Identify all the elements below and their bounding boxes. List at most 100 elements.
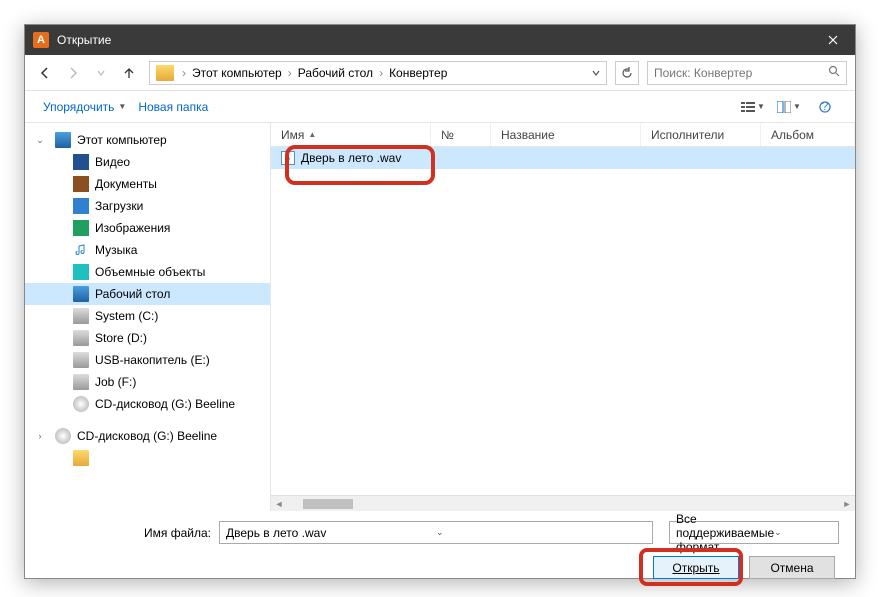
tree-drive-e[interactable]: USB-накопитель (E:) [25,349,270,371]
preview-pane-button[interactable]: ▼ [771,96,807,118]
drive-icon [73,330,89,346]
chevron-down-icon [97,69,105,77]
help-button[interactable]: ? [807,96,843,118]
file-list-pane: Имя▲ № Название Исполнители Альбом Дверь… [271,123,855,511]
tree-drive-c[interactable]: System (C:) [25,305,270,327]
forward-button[interactable] [61,61,85,85]
tree-downloads[interactable]: Загрузки [25,195,270,217]
title-bar: A Открытие [25,25,855,55]
breadcrumb-dropdown[interactable] [592,66,600,80]
documents-icon [73,176,89,192]
nav-row: › Этот компьютер › Рабочий стол › Конвер… [25,55,855,91]
back-button[interactable] [33,61,57,85]
preview-pane-icon [777,101,791,113]
tree-desktop[interactable]: Рабочий стол [25,283,270,305]
view-mode-button[interactable]: ▼ [735,96,771,118]
caret-down-icon: ▼ [118,102,126,111]
refresh-icon [621,67,633,79]
crumb-folder[interactable]: Конвертер [387,66,449,80]
view-list-icon [741,101,755,113]
drive-icon [73,374,89,390]
arrow-right-icon [66,66,80,80]
horizontal-scrollbar[interactable]: ◄ ► [271,495,855,511]
search-box[interactable] [647,61,847,85]
close-icon [828,35,838,45]
expand-icon[interactable]: › [35,431,45,441]
window-title: Открытие [57,33,811,47]
tree-drive-f[interactable]: Job (F:) [25,371,270,393]
file-type-filter[interactable]: Все поддерживаемые формат ⌄ [669,521,839,544]
refresh-button[interactable] [615,61,639,85]
open-file-dialog: A Открытие › Этот компьютер › Рабочий ст… [24,24,856,579]
caret-down-icon: ▼ [793,102,801,111]
folder-icon [156,65,174,81]
collapse-icon[interactable]: ⌄ [35,135,45,146]
breadcrumb[interactable]: › Этот компьютер › Рабочий стол › Конвер… [149,61,607,85]
chevron-right-icon: › [288,66,292,80]
cd-drive-icon [73,396,89,412]
cd-drive-icon [55,428,71,444]
nav-tree[interactable]: ⌄Этот компьютер Видео Документы Загрузки… [25,123,271,511]
dialog-body: ⌄Этот компьютер Видео Документы Загрузки… [25,123,855,511]
filename-combo[interactable]: Дверь в лето .wav ⌄ [219,521,653,544]
search-input[interactable] [654,66,828,80]
svg-text:?: ? [822,101,829,113]
scroll-left-icon[interactable]: ◄ [271,499,287,509]
button-row: Открыть Отмена [41,556,839,579]
tree-documents[interactable]: Документы [25,173,270,195]
file-row[interactable]: Дверь в лето .wav [271,147,855,169]
close-button[interactable] [811,25,855,55]
usb-drive-icon [73,352,89,368]
folder-icon [73,450,89,466]
tree-3d-objects[interactable]: Объемные объекты [25,261,270,283]
col-number[interactable]: № [431,123,491,146]
col-album[interactable]: Альбом [761,123,855,146]
arrow-up-icon [122,66,136,80]
filename-row: Имя файла: Дверь в лето .wav ⌄ Все подде… [41,521,839,544]
images-icon [73,220,89,236]
caret-down-icon: ▼ [757,102,765,111]
new-folder-label: Новая папка [138,100,208,114]
tree-videos[interactable]: Видео [25,151,270,173]
organize-label: Упорядочить [43,100,114,114]
pc-icon [55,132,71,148]
file-name: Дверь в лето .wav [301,151,401,165]
organize-menu[interactable]: Упорядочить ▼ [37,96,132,118]
cancel-button[interactable]: Отмена [749,556,835,579]
chevron-right-icon: › [379,66,383,80]
tree-cd-drive[interactable]: ›CD-дисковод (G:) Beeline [25,425,270,447]
filter-value: Все поддерживаемые формат [676,512,774,554]
search-icon [828,65,840,80]
arrow-left-icon [38,66,52,80]
desktop-icon [73,286,89,302]
chevron-down-icon[interactable]: ⌄ [774,527,832,538]
col-title[interactable]: Название [491,123,641,146]
tree-subfolder[interactable] [25,447,270,469]
cube-icon [73,264,89,280]
filename-label: Имя файла: [41,526,211,540]
filename-value: Дверь в лето .wav [226,526,436,540]
col-artists[interactable]: Исполнители [641,123,761,146]
scroll-thumb[interactable] [303,499,353,509]
recent-dropdown[interactable] [89,61,113,85]
col-name[interactable]: Имя▲ [271,123,431,146]
tree-drive-d[interactable]: Store (D:) [25,327,270,349]
scroll-right-icon[interactable]: ► [839,499,855,509]
chevron-right-icon: › [182,66,186,80]
tree-music[interactable]: Музыка [25,239,270,261]
music-icon [73,242,89,258]
open-button[interactable]: Открыть [653,556,739,579]
sort-asc-icon: ▲ [308,130,316,139]
app-icon: A [33,32,49,48]
bottom-panel: Имя файла: Дверь в лето .wav ⌄ Все подде… [25,511,855,593]
downloads-icon [73,198,89,214]
tree-this-pc[interactable]: ⌄Этот компьютер [25,129,270,151]
up-button[interactable] [117,61,141,85]
new-folder-button[interactable]: Новая папка [132,96,214,118]
column-headers: Имя▲ № Название Исполнители Альбом [271,123,855,147]
crumb-desktop[interactable]: Рабочий стол [296,66,375,80]
tree-images[interactable]: Изображения [25,217,270,239]
tree-drive-g[interactable]: CD-дисковод (G:) Beeline [25,393,270,415]
crumb-pc[interactable]: Этот компьютер [190,66,284,80]
chevron-down-icon[interactable]: ⌄ [436,527,646,538]
